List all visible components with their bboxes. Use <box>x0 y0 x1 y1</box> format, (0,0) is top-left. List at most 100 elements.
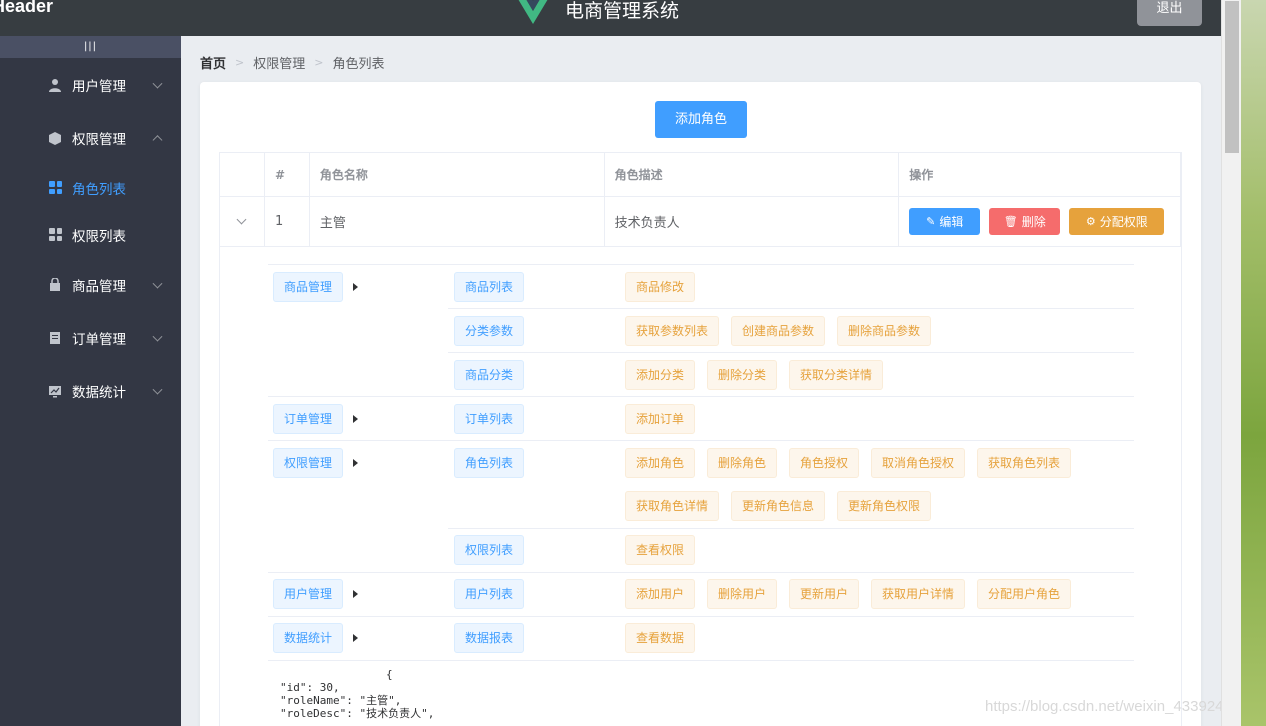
sidebar-item-rights-list[interactable]: 权限列表 <box>0 211 181 258</box>
logout-button[interactable]: 退出 <box>1137 0 1202 26</box>
caret-right-icon <box>353 283 358 291</box>
divider <box>268 572 1134 573</box>
header-bar: Header 电商管理系统 退出 <box>0 0 1221 36</box>
sidebar-toggle-button[interactable]: ||| <box>0 36 181 58</box>
rights-tag-l2[interactable]: 数据报表 <box>454 623 525 653</box>
json-dump: {"id": 30, "roleName": "主管", "roleDesc": "… <box>280 668 434 720</box>
divider <box>268 264 1134 265</box>
rights-tag-l1[interactable]: 订单管理 <box>273 404 344 434</box>
rights-tag-l2[interactable]: 用户列表 <box>454 579 525 609</box>
breadcrumb: 首页 > 权限管理 > 角色列表 <box>200 53 384 72</box>
json-line: "id": 30, <box>280 681 340 694</box>
main-content: 首页 > 权限管理 > 角色列表 添加角色 # 角色名称 角色描述 操作 1 主… <box>181 36 1221 726</box>
trash-icon: 🗑 <box>1003 215 1018 228</box>
box-icon <box>49 131 61 145</box>
rights-tag-l3[interactable]: 获取用户详情 <box>871 579 966 609</box>
add-role-button[interactable]: 添加角色 <box>655 101 747 138</box>
rights-tag-l3[interactable]: 删除分类 <box>707 360 778 390</box>
breadcrumb-item: 角色列表 <box>332 57 385 72</box>
breadcrumb-home[interactable]: 首页 <box>200 53 226 72</box>
rights-tag-l3[interactable]: 删除商品参数 <box>837 316 932 346</box>
expand-toggle[interactable] <box>220 197 265 246</box>
chevron-down-icon <box>152 331 163 342</box>
rights-tag-l3[interactable]: 添加用户 <box>625 579 696 609</box>
delete-label: 删除 <box>1021 215 1046 229</box>
edit-icon: ✎ <box>926 215 936 228</box>
row-actions: ✎ 编辑 🗑 删除 ⚙ 分配权限 <box>899 197 1181 246</box>
rights-tag-l3[interactable]: 获取角色详情 <box>625 491 720 521</box>
divider <box>268 660 1134 661</box>
rights-tag-l3[interactable]: 角色授权 <box>789 448 860 478</box>
document-icon <box>50 331 60 344</box>
divider <box>448 528 1134 529</box>
app-title: 电商管理系统 <box>565 0 680 22</box>
assign-rights-button[interactable]: ⚙ 分配权限 <box>1069 208 1165 235</box>
table-header: # 角色名称 角色描述 操作 <box>220 153 1181 197</box>
caret-right-icon <box>353 459 358 467</box>
rights-tag-l1[interactable]: 权限管理 <box>273 448 344 478</box>
rights-tag-l3[interactable]: 获取角色列表 <box>977 448 1072 478</box>
sidebar-item-label: 数据统计 <box>72 384 126 401</box>
rights-tag-l2[interactable]: 商品分类 <box>454 360 525 390</box>
row-index: 1 <box>265 197 310 246</box>
json-line: "roleDesc": "技术负责人", <box>280 707 435 720</box>
rights-tag-l3[interactable]: 取消角色授权 <box>871 448 966 478</box>
sidebar-item-goods[interactable]: 商品管理 <box>0 258 181 311</box>
sidebar-item-label: 角色列表 <box>72 181 126 198</box>
rights-tag-l3[interactable]: 创建商品参数 <box>731 316 826 346</box>
chevron-down-icon <box>152 278 163 289</box>
rights-tag-l3[interactable]: 更新角色信息 <box>731 491 826 521</box>
chevron-down-icon <box>237 214 247 225</box>
rights-tag-l3[interactable]: 查看数据 <box>625 623 696 653</box>
sidebar-item-label: 订单管理 <box>72 331 126 348</box>
rights-tag-l3[interactable]: 添加角色 <box>625 448 696 478</box>
rights-tag-l3[interactable]: 添加订单 <box>625 404 696 434</box>
rights-tag-l2[interactable]: 角色列表 <box>454 448 525 478</box>
rights-tag-l3[interactable]: 删除用户 <box>707 579 778 609</box>
sidebar-item-orders[interactable]: 订单管理 <box>0 311 181 364</box>
role-name: 主管 <box>310 197 605 246</box>
divider <box>448 352 1134 353</box>
content-card: 添加角色 # 角色名称 角色描述 操作 1 主管 技术负责人 ✎ 编辑 🗑 删除… <box>200 82 1201 726</box>
sidebar-item-role-list[interactable]: 角色列表 <box>0 164 181 211</box>
scrollbar[interactable] <box>1221 0 1241 726</box>
app-window: Header 电商管理系统 退出 ||| 用户管理 权限管理 角色列表 权限列表 <box>0 0 1221 726</box>
desktop-background <box>1241 0 1266 726</box>
rights-tag-l3[interactable]: 添加分类 <box>625 360 696 390</box>
rights-tag-l3[interactable]: 商品修改 <box>625 272 696 302</box>
rights-tag-l2[interactable]: 权限列表 <box>454 535 525 565</box>
chart-icon <box>49 385 61 397</box>
delete-button[interactable]: 🗑 删除 <box>989 208 1061 235</box>
sidebar: ||| 用户管理 权限管理 角色列表 权限列表 商品管理 订单管理 数据统计 <box>0 36 181 726</box>
caret-right-icon <box>353 590 358 598</box>
sidebar-item-label: 用户管理 <box>72 78 126 95</box>
rights-tag-l1[interactable]: 数据统计 <box>273 623 344 653</box>
assign-label: 分配权限 <box>1099 215 1148 229</box>
sidebar-item-rights[interactable]: 权限管理 <box>0 111 181 164</box>
sidebar-item-reports[interactable]: 数据统计 <box>0 364 181 417</box>
rights-tag-l3[interactable]: 查看权限 <box>625 535 696 565</box>
sidebar-item-label: 商品管理 <box>72 278 126 295</box>
scrollbar-thumb[interactable] <box>1225 1 1239 153</box>
rights-tag-l2[interactable]: 分类参数 <box>454 316 525 346</box>
rights-tag-l3[interactable]: 获取分类详情 <box>789 360 884 390</box>
rights-tag-l1[interactable]: 用户管理 <box>273 579 344 609</box>
sidebar-item-label: 权限管理 <box>72 131 126 148</box>
chevron-right-icon: > <box>235 56 245 69</box>
chevron-down-icon <box>152 78 163 89</box>
bag-icon <box>50 277 60 291</box>
rights-tag-l3[interactable]: 分配用户角色 <box>977 579 1072 609</box>
rights-tag-l2[interactable]: 商品列表 <box>454 272 525 302</box>
rights-tag-l2[interactable]: 订单列表 <box>454 404 525 434</box>
edit-button[interactable]: ✎ 编辑 <box>909 208 981 235</box>
rights-tag-l3[interactable]: 删除角色 <box>707 448 778 478</box>
permissions-panel: 商品管理 商品列表 商品修改 分类参数 获取参数列表 创建商品参数 删除商品参数… <box>219 246 1182 726</box>
column-header-name: 角色名称 <box>310 153 605 196</box>
rights-tag-l3[interactable]: 更新角色权限 <box>837 491 932 521</box>
rights-tag-l1[interactable]: 商品管理 <box>273 272 344 302</box>
sidebar-item-users[interactable]: 用户管理 <box>0 58 181 111</box>
rights-tag-l3[interactable]: 获取参数列表 <box>625 316 720 346</box>
chevron-down-icon <box>152 384 163 395</box>
rights-tag-l3[interactable]: 更新用户 <box>789 579 860 609</box>
divider <box>268 440 1134 441</box>
